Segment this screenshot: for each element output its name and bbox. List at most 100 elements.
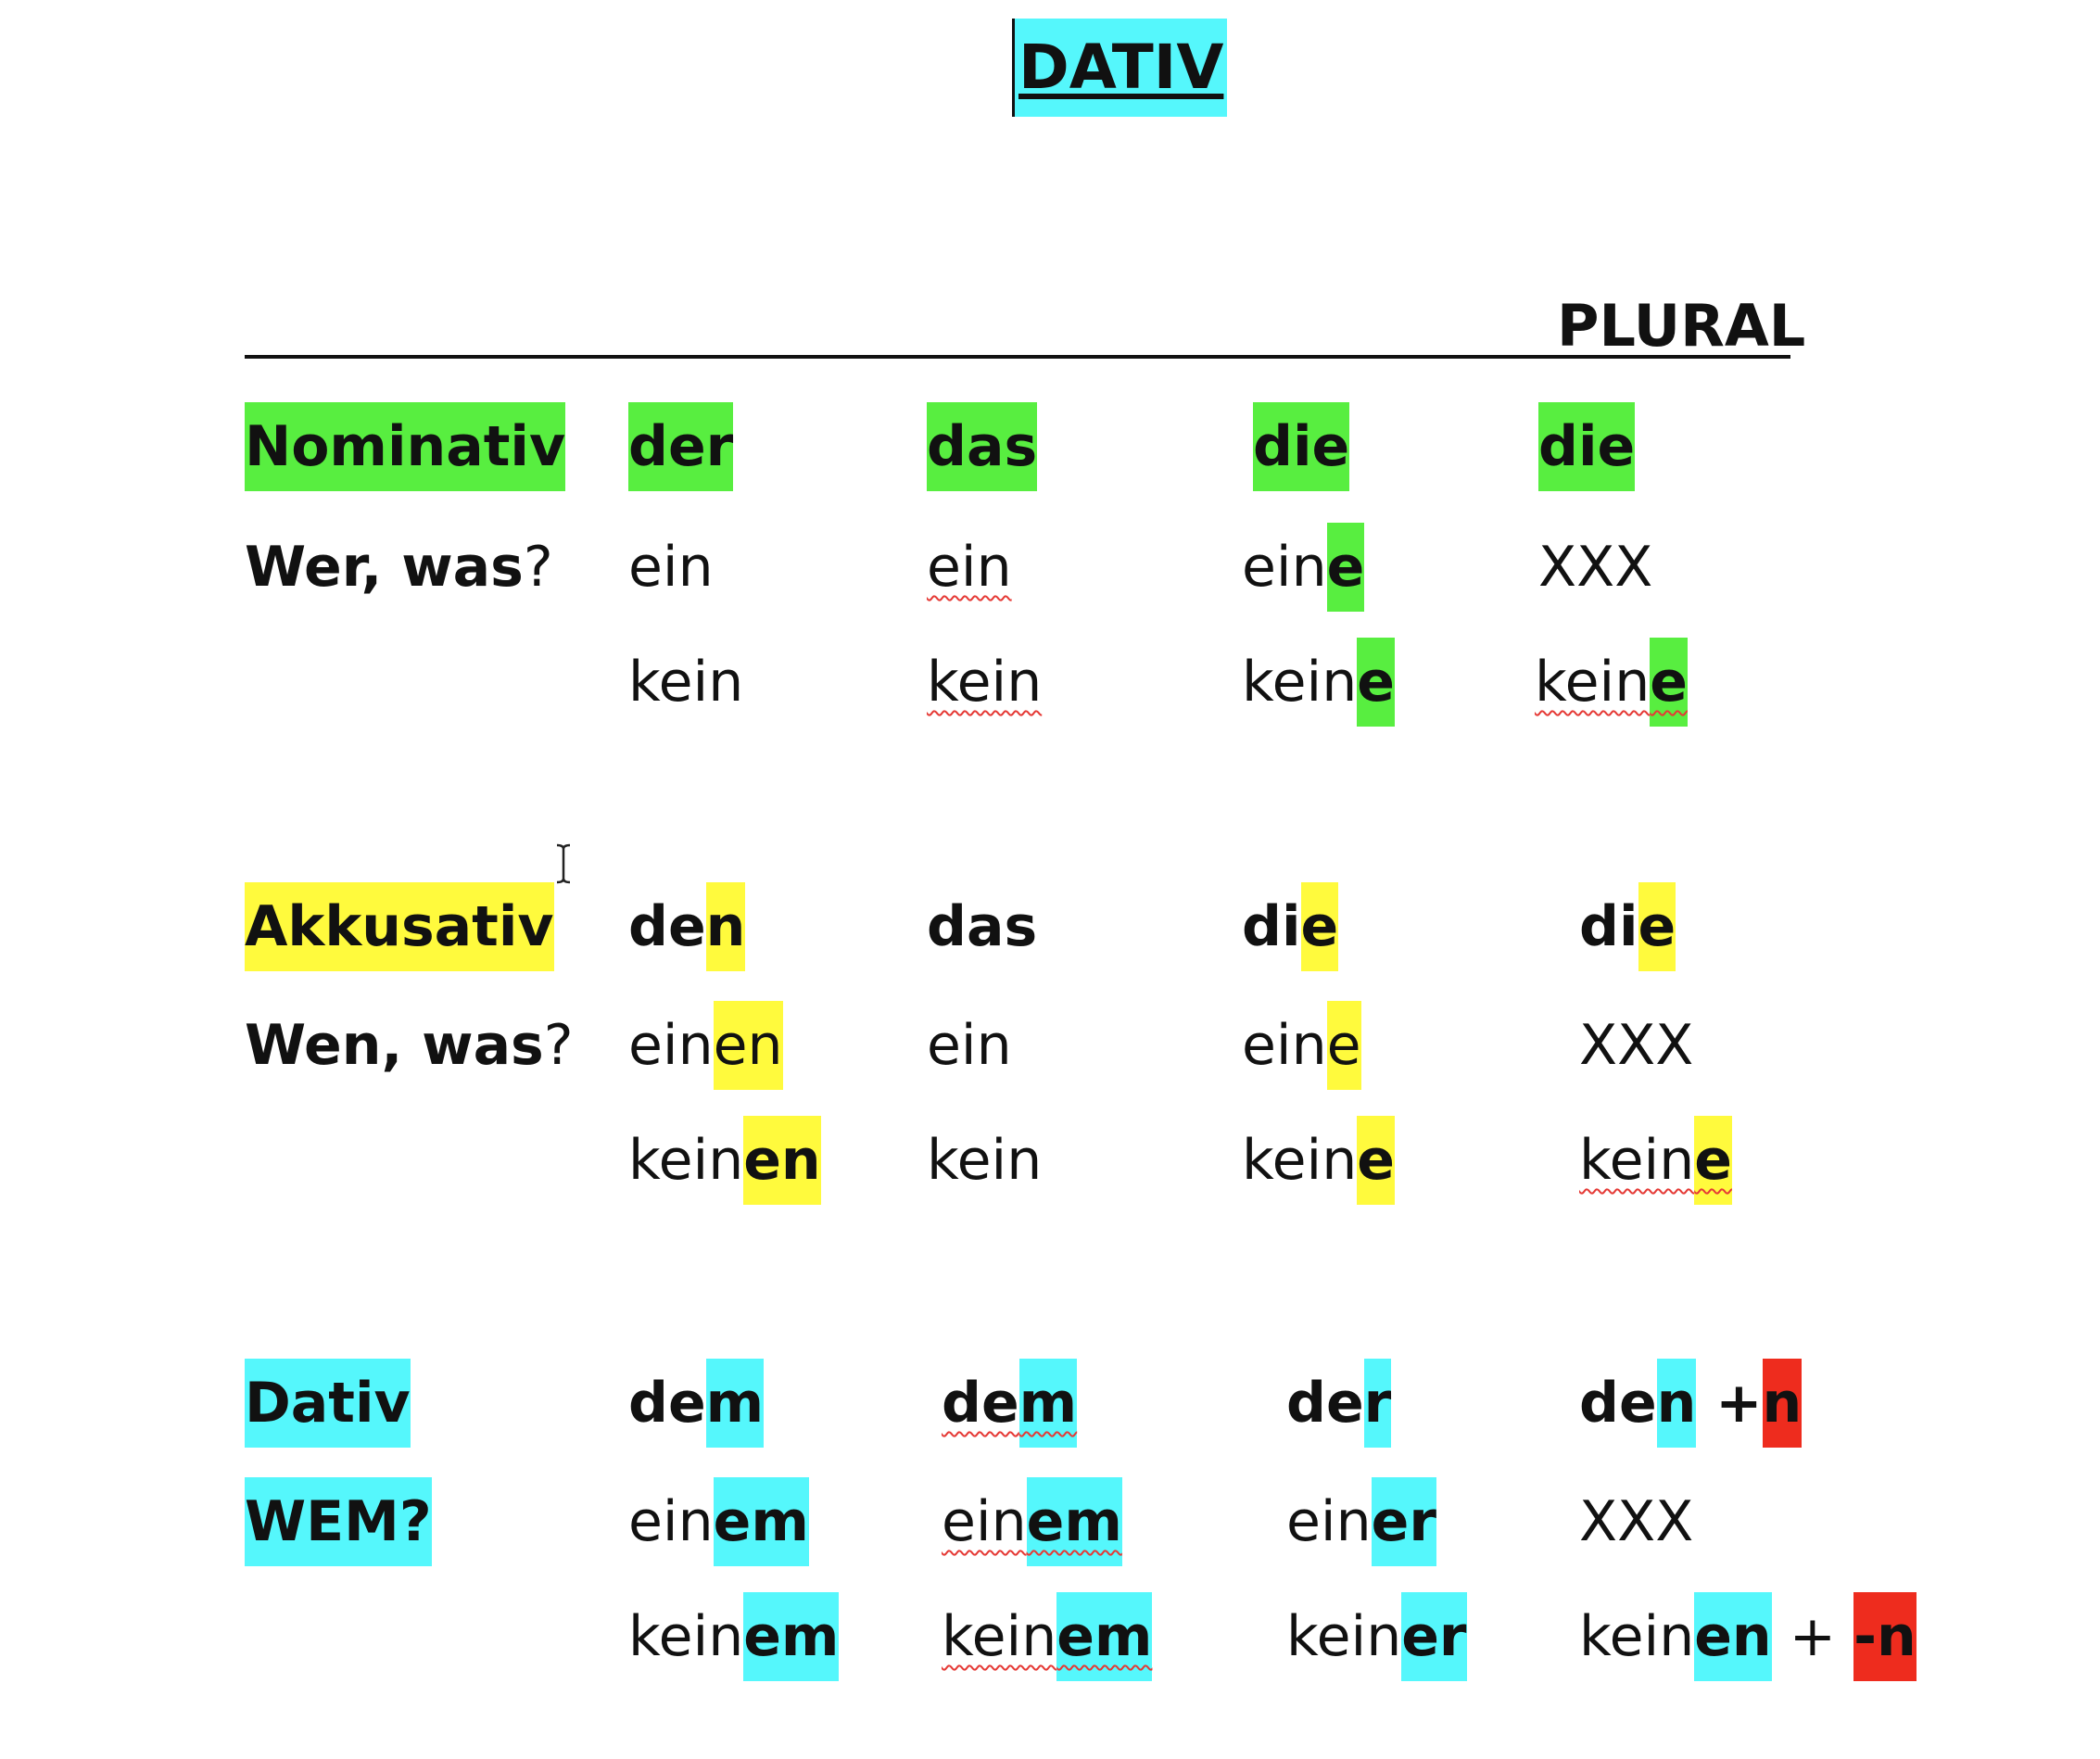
- article-text: kein: [927, 1128, 1043, 1193]
- akkusativ-fem-definite: die: [1242, 882, 1339, 971]
- article-ending: e: [1357, 638, 1395, 727]
- article-text: ein: [927, 1013, 1012, 1078]
- dativ-fem-definite: der: [1286, 1359, 1392, 1448]
- article-ending: em: [743, 1592, 840, 1681]
- akkusativ-plural-indefinite: XXX: [1579, 1001, 1693, 1090]
- akkusativ-plural-definite: die: [1579, 882, 1676, 971]
- article-stem: kein: [1579, 1128, 1695, 1193]
- article-ending: r: [1363, 1359, 1392, 1448]
- nominativ-fem-definite: die: [1253, 402, 1350, 491]
- text-cursor-icon: [556, 843, 571, 884]
- nominativ-masc-indefinite: ein: [628, 523, 714, 612]
- article-stem: ein: [942, 1489, 1027, 1554]
- nominativ-neut-definite: das: [927, 402, 1038, 491]
- plural-heading: PLURAL: [1557, 292, 1806, 360]
- dativ-plural-negative: keinen + -n: [1579, 1592, 1917, 1681]
- article-ending: em: [1056, 1592, 1153, 1681]
- article-stem: di: [1242, 894, 1301, 959]
- question-mark: ?: [523, 535, 553, 600]
- nominativ-fem-negative: keine: [1242, 638, 1395, 727]
- article-ending: en: [1694, 1592, 1772, 1681]
- article-stem: di: [1579, 894, 1638, 959]
- article-stem: kein: [1286, 1604, 1402, 1669]
- article-stem: kein: [1242, 1128, 1358, 1193]
- article-ending: m: [705, 1359, 765, 1448]
- plus-sign: +: [1771, 1604, 1854, 1669]
- article-text: die: [1538, 402, 1636, 491]
- article-stem: de: [628, 1371, 706, 1436]
- article-ending: en: [713, 1001, 783, 1090]
- akkusativ-plural-negative: keine: [1579, 1116, 1732, 1205]
- article-text: die: [1253, 402, 1350, 491]
- question-dativ-text: WEM?: [245, 1477, 432, 1566]
- nominativ-masc-negative: kein: [628, 638, 743, 727]
- article-stem: kein: [927, 650, 1043, 715]
- article-text: das: [927, 402, 1038, 491]
- dativ-plural-indefinite: XXX: [1579, 1477, 1693, 1566]
- article-stem: kein: [1579, 1604, 1695, 1669]
- article-stem: de: [942, 1371, 1019, 1436]
- dativ-neut-negative: keinem: [942, 1592, 1153, 1681]
- akkusativ-neut-indefinite: ein: [927, 1001, 1012, 1090]
- article-stem: ein: [628, 1013, 714, 1078]
- article-stem: de: [1286, 1371, 1364, 1436]
- dativ-masc-definite: dem: [628, 1359, 765, 1448]
- nominativ-label-text: Nominativ: [245, 402, 566, 491]
- article-stem: ein: [1242, 535, 1327, 600]
- case-label-dativ: Dativ: [245, 1359, 411, 1448]
- article-stem: kein: [628, 650, 744, 715]
- article-stem: kein: [1535, 650, 1651, 715]
- article-stem: kein: [1242, 650, 1358, 715]
- akkusativ-fem-negative: keine: [1242, 1116, 1395, 1205]
- article-ending: n: [705, 882, 746, 971]
- case-label-akkusativ: Akkusativ: [245, 882, 554, 971]
- article-ending: er: [1371, 1477, 1436, 1566]
- akkusativ-neut-negative: kein: [927, 1116, 1042, 1205]
- article-ending: er: [1401, 1592, 1467, 1681]
- article-stem: ein: [628, 1489, 714, 1554]
- nominativ-neut-negative: kein: [927, 638, 1042, 727]
- article-stem: kein: [942, 1604, 1057, 1669]
- question-akkusativ: Wen, was?: [245, 1001, 574, 1090]
- plural-n-ending: -n: [1853, 1592, 1917, 1681]
- dativ-plural-definite: den +n: [1579, 1359, 1803, 1448]
- case-label-nominativ: Nominativ: [245, 402, 566, 491]
- article-text: XXX: [1579, 1489, 1694, 1554]
- article-text: das: [927, 894, 1038, 959]
- nominativ-masc-definite: der: [628, 402, 734, 491]
- akkusativ-masc-indefinite: einen: [628, 1001, 783, 1090]
- article-ending: e: [1326, 523, 1365, 612]
- article-ending: e: [1300, 882, 1339, 971]
- article-ending: e: [1694, 1116, 1732, 1205]
- article-stem: ein: [1242, 1013, 1327, 1078]
- dativ-neut-definite: dem: [942, 1359, 1078, 1448]
- article-stem: kein: [628, 1128, 744, 1193]
- nominativ-fem-indefinite: eine: [1242, 523, 1365, 612]
- article-stem: ein: [927, 535, 1012, 600]
- article-ending: e: [1638, 882, 1676, 971]
- article-stem: kein: [628, 1604, 744, 1669]
- article-ending: e: [1326, 1001, 1361, 1090]
- dativ-masc-negative: keinem: [628, 1592, 840, 1681]
- plural-n-ending: n: [1762, 1359, 1803, 1448]
- article-ending: n: [1656, 1359, 1697, 1448]
- dativ-masc-indefinite: einem: [628, 1477, 809, 1566]
- nominativ-plural-indefinite: XXX: [1538, 523, 1652, 612]
- question-nominativ: Wer, was?: [245, 523, 553, 612]
- page-title: DATIV: [1012, 19, 1228, 117]
- question-dativ: WEM?: [245, 1477, 432, 1566]
- article-text: der: [628, 402, 734, 491]
- nominativ-neut-indefinite: ein: [927, 523, 1012, 612]
- question-nominativ-text: Wer, was: [245, 535, 524, 600]
- article-ending: e: [1650, 638, 1688, 727]
- article-stem: de: [628, 894, 706, 959]
- article-ending: em: [1026, 1477, 1122, 1566]
- akkusativ-fem-indefinite: eine: [1242, 1001, 1361, 1090]
- nominativ-plural-definite: die: [1538, 402, 1636, 491]
- article-ending: m: [1018, 1359, 1078, 1448]
- header-rule: [245, 355, 1790, 359]
- akkusativ-label-text: Akkusativ: [245, 882, 554, 971]
- akkusativ-neut-definite: das: [927, 882, 1037, 971]
- akkusativ-masc-negative: keinen: [628, 1116, 821, 1205]
- nominativ-plural-negative: keine: [1535, 638, 1688, 727]
